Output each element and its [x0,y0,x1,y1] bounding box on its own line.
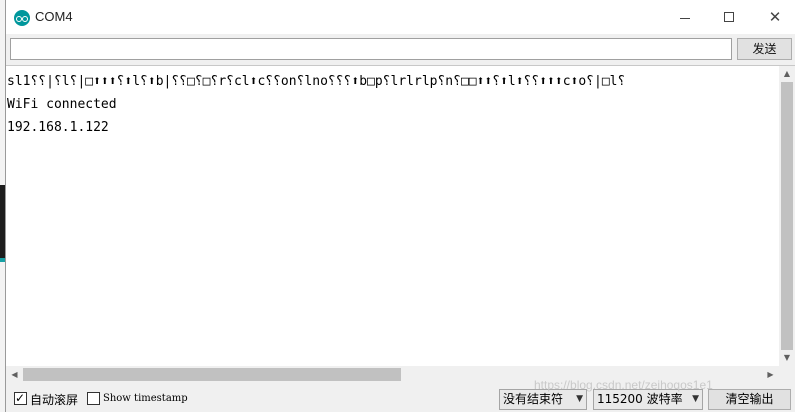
serial-monitor-window: COM4 ✕ 发送 sl1⸮⸮|⸮l⸮|□⬆⬆⬆⸮⬆l⸮⬆b|⸮⸮□⸮□⸮r⸮c… [5,0,795,412]
output-line: sl1⸮⸮|⸮l⸮|□⬆⬆⬆⸮⬆l⸮⬆b|⸮⸮□⸮□⸮r⸮cl⬆c⸮⸮on⸮ln… [7,74,626,89]
autoscroll-checkbox[interactable]: ✓ [14,391,27,405]
close-button[interactable]: ✕ [752,0,795,34]
send-button[interactable]: 发送 [737,38,792,60]
maximize-icon [724,12,734,22]
close-icon: ✕ [768,8,782,26]
baud-rate-value: 115200 波特率 [597,392,683,406]
output-line: WiFi connected [7,97,117,112]
bottom-toolbar: ✓ 自动滚屏 Show timestamp 没有结束符 ▼ 115200 波特率… [6,386,795,412]
vertical-scrollbar[interactable]: ▲ ▼ [779,66,795,366]
maximize-button[interactable] [706,0,752,34]
scrollbar-corner [779,366,795,383]
scroll-down-arrow-icon[interactable]: ▼ [779,350,795,366]
baud-rate-select[interactable]: 115200 波特率 ▼ [593,389,703,410]
serial-output-panel: sl1⸮⸮|⸮l⸮|□⬆⬆⬆⸮⬆l⸮⬆b|⸮⸮□⸮□⸮r⸮cl⬆c⸮⸮on⸮ln… [6,65,795,383]
show-timestamp-checkbox[interactable] [87,392,100,405]
line-ending-select[interactable]: 没有结束符 ▼ [499,389,587,410]
chevron-down-icon: ▼ [576,394,583,404]
arduino-app-icon [14,10,30,26]
serial-send-input[interactable] [10,38,732,60]
scroll-left-arrow-icon[interactable]: ◀ [6,366,23,383]
window-title: COM4 [35,9,73,24]
scroll-up-arrow-icon[interactable]: ▲ [779,66,795,82]
minimize-icon [680,18,690,19]
serial-output-text[interactable]: sl1⸮⸮|⸮l⸮|□⬆⬆⬆⸮⬆l⸮⬆b|⸮⸮□⸮□⸮r⸮cl⬆c⸮⸮on⸮ln… [6,66,779,366]
clear-output-button[interactable]: 清空输出 [708,389,791,410]
output-line: 192.168.1.122 [7,120,109,135]
chevron-down-icon: ▼ [692,394,699,404]
scroll-right-arrow-icon[interactable]: ▶ [762,366,779,383]
minimize-button[interactable] [662,0,708,34]
title-bar: COM4 ✕ [6,0,795,34]
horizontal-scrollbar[interactable]: ◀ ▶ [6,366,779,383]
horizontal-scroll-thumb[interactable] [23,368,401,381]
checkmark-icon: ✓ [15,391,26,405]
autoscroll-label: 自动滚屏 [30,393,79,407]
show-timestamp-label: Show timestamp [103,393,188,404]
vertical-scroll-thumb[interactable] [781,82,793,350]
line-ending-value: 没有结束符 [503,392,564,406]
